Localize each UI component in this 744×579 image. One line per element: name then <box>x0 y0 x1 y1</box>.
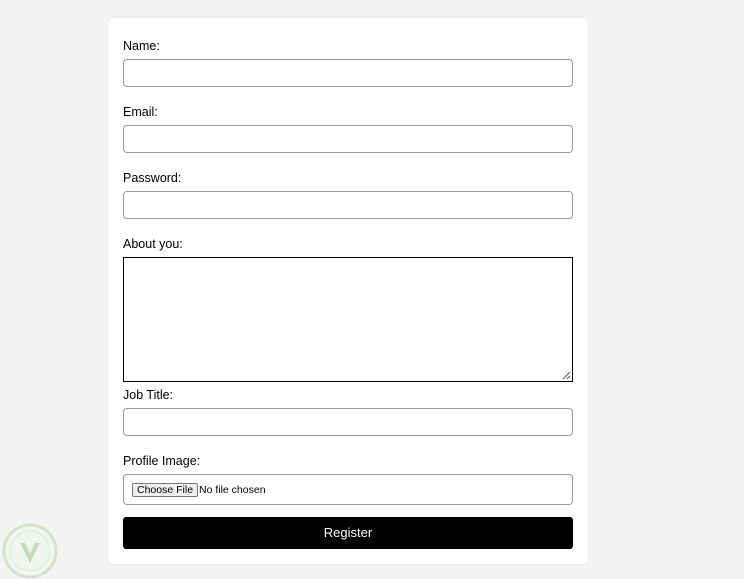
email-label: Email: <box>123 105 158 119</box>
email-input[interactable] <box>123 125 573 153</box>
profile-image-label: Profile Image: <box>123 454 201 468</box>
password-input[interactable] <box>123 191 573 219</box>
name-input[interactable] <box>123 59 573 87</box>
job-title-label: Job Title: <box>123 388 174 402</box>
file-status-text: No file chosen <box>199 484 266 496</box>
profile-image-file-input: Choose File No file chosen <box>123 474 573 505</box>
about-you-label: About you: <box>123 237 183 251</box>
about-you-textarea[interactable] <box>123 257 573 382</box>
resize-grip-icon[interactable] <box>562 371 571 380</box>
job-title-input[interactable] <box>123 408 573 436</box>
password-label: Password: <box>123 171 182 185</box>
name-label: Name: <box>123 39 160 53</box>
choose-file-button[interactable]: Choose File <box>132 483 199 497</box>
register-button[interactable]: Register <box>123 517 573 549</box>
registration-form-card: Name: Email: Password: About you: Job Ti… <box>108 18 588 564</box>
watermark-logo-icon <box>2 523 58 579</box>
